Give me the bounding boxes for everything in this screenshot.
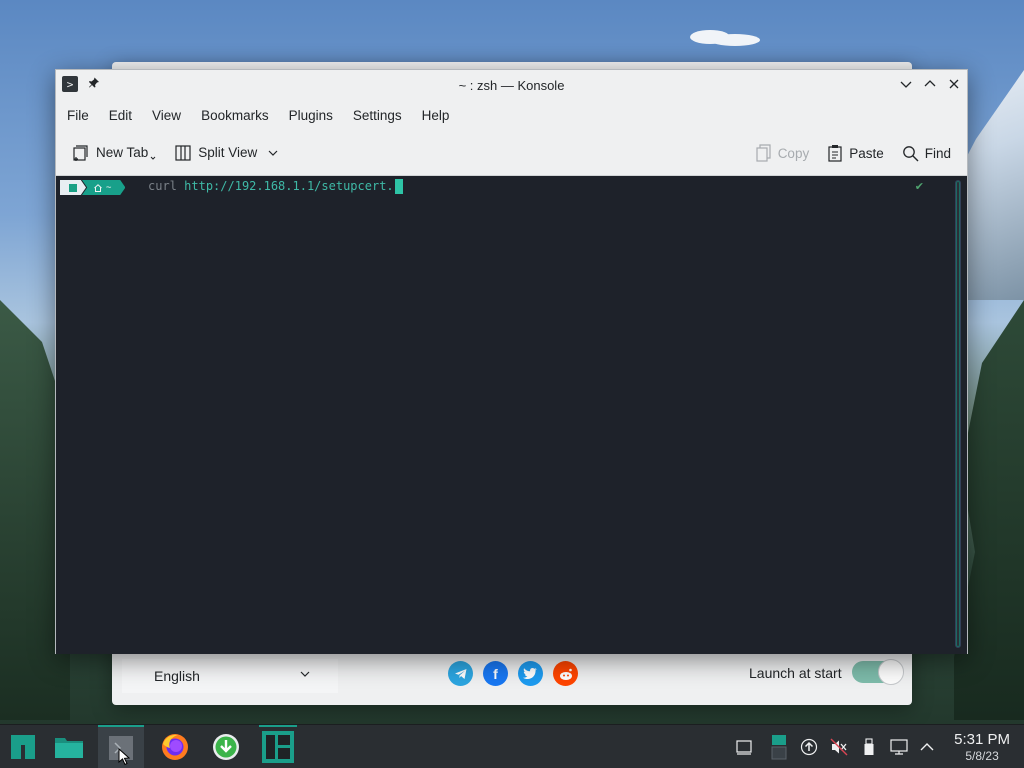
copy-icon	[756, 144, 771, 162]
new-tab-icon	[73, 144, 88, 161]
taskbar-software-update[interactable]	[203, 725, 249, 768]
command-line[interactable]: curl http://192.168.1.1/setupcert.	[148, 178, 403, 195]
taskbar-welcome-app[interactable]	[253, 725, 303, 768]
network-icon[interactable]	[889, 737, 909, 757]
konsole-window: > ~ : zsh — Konsole File Edit View Bookm…	[55, 69, 968, 654]
twitter-icon[interactable]	[518, 661, 543, 686]
chevron-down-icon	[900, 81, 912, 88]
clock-time: 5:31 PM	[954, 731, 1010, 748]
toggle-knob	[878, 659, 904, 685]
prompt-directory: ~	[106, 182, 112, 193]
facebook-icon[interactable]: f	[483, 661, 508, 686]
launch-at-start-label: Launch at start	[749, 665, 842, 681]
terminal-view[interactable]: ~ curl http://192.168.1.1/setupcert. ✔	[56, 176, 967, 654]
launch-at-start-toggle[interactable]	[852, 659, 904, 685]
command-argument: http://192.168.1.1/setupcert.	[184, 179, 394, 193]
find-label: Find	[924, 145, 951, 161]
status-check-icon: ✔	[914, 181, 924, 193]
pin-icon[interactable]	[88, 77, 102, 91]
home-icon	[94, 183, 102, 192]
taskbar-konsole[interactable]	[98, 725, 144, 768]
digital-clock[interactable]: 5:31 PM 5/8/23	[954, 731, 1010, 764]
application-launcher-button[interactable]	[0, 725, 46, 768]
welcome-footer: English f Launch at start	[112, 653, 912, 705]
show-desktop-icon[interactable]	[734, 737, 754, 757]
menu-file[interactable]: File	[59, 108, 97, 123]
scrollbar-thumb[interactable]	[956, 181, 960, 647]
menu-view[interactable]: View	[144, 108, 189, 123]
taskbar: 5:31 PM 5/8/23	[0, 724, 1024, 768]
download-icon	[213, 734, 239, 760]
new-tab-label: New Tab	[96, 145, 149, 160]
chevron-down-icon	[150, 156, 156, 160]
close-button[interactable]	[947, 77, 961, 91]
shell-prompt: ~	[60, 180, 126, 195]
command-name: curl	[148, 179, 177, 193]
split-view-label: Split View	[198, 145, 258, 160]
social-links: f	[448, 661, 578, 686]
clock-date: 5/8/23	[965, 749, 999, 763]
title-bar[interactable]: > ~ : zsh — Konsole	[56, 70, 967, 100]
maximize-button[interactable]	[923, 77, 937, 91]
chevron-down-icon	[300, 671, 310, 677]
copy-button[interactable]: Copy	[756, 144, 810, 162]
menu-bookmarks[interactable]: Bookmarks	[193, 108, 277, 123]
language-select[interactable]: English	[122, 659, 338, 693]
manjaro-logo-icon	[11, 735, 35, 759]
split-view-icon	[175, 144, 191, 161]
split-view-button[interactable]: Split View	[174, 144, 279, 162]
new-tab-button[interactable]: New Tab	[72, 144, 156, 162]
usb-device-icon[interactable]	[859, 737, 879, 757]
close-icon	[949, 79, 959, 89]
chevron-up-icon	[924, 80, 936, 87]
minimize-button[interactable]	[899, 77, 913, 91]
search-icon	[902, 145, 919, 161]
volume-muted-icon[interactable]	[829, 737, 849, 757]
firefox-icon	[162, 734, 188, 760]
text-cursor	[394, 179, 403, 194]
terminal-scrollbar[interactable]	[955, 180, 961, 648]
menu-settings[interactable]: Settings	[345, 108, 410, 123]
reddit-icon[interactable]	[553, 661, 578, 686]
mouse-pointer-icon	[118, 748, 131, 766]
language-value: English	[154, 668, 200, 684]
paste-button[interactable]: Paste	[827, 144, 884, 162]
main-toolbar: New Tab Split View Copy Paste Find	[56, 130, 967, 176]
pager-icon[interactable]	[769, 733, 789, 761]
directory-segment: ~	[82, 180, 126, 195]
chevron-down-icon	[268, 150, 278, 156]
paste-label: Paste	[849, 145, 884, 161]
menu-bar: File Edit View Bookmarks Plugins Setting…	[56, 100, 967, 130]
copy-label: Copy	[777, 145, 810, 161]
os-logo-segment	[60, 180, 86, 195]
telegram-icon[interactable]	[448, 661, 473, 686]
manjaro-logo-icon	[262, 731, 294, 763]
folder-icon	[55, 738, 83, 758]
menu-edit[interactable]: Edit	[101, 108, 140, 123]
paste-icon	[828, 145, 842, 162]
cloud	[710, 34, 760, 46]
menu-plugins[interactable]: Plugins	[281, 108, 341, 123]
konsole-app-icon[interactable]: >	[62, 76, 78, 92]
taskbar-file-manager[interactable]	[46, 725, 92, 768]
window-title: ~ : zsh — Konsole	[458, 77, 565, 93]
chevron-up-icon[interactable]	[917, 737, 937, 757]
menu-help[interactable]: Help	[414, 108, 458, 123]
taskbar-firefox[interactable]	[152, 725, 198, 768]
update-notifier-icon[interactable]	[799, 737, 819, 757]
find-button[interactable]: Find	[902, 145, 951, 162]
